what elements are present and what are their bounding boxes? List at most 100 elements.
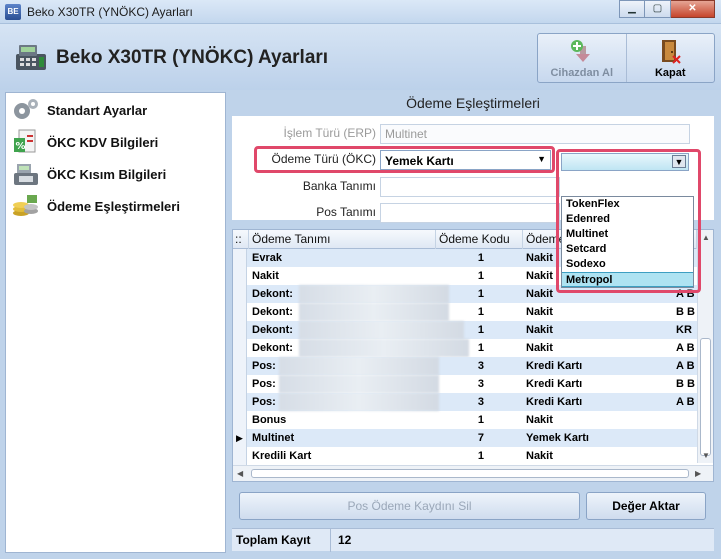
pos-provider-select[interactable]: ▼ <box>561 153 689 171</box>
pos-tanimi-label: Pos Tanımı <box>316 205 376 219</box>
svg-text:%: % <box>16 141 26 152</box>
banka-tanimi-field[interactable] <box>380 177 560 197</box>
sidebar: Standart Ayarlar % ÖKC KDV Bilgileri ÖKC… <box>5 92 226 553</box>
row-indicator: ▶ <box>233 429 247 447</box>
app-icon: BE <box>5 4 21 20</box>
islem-turu-label: İşlem Türü (ERP) <box>283 126 376 140</box>
cell-odeme-tanimi: Kredili Kart <box>252 450 312 462</box>
exit-door-icon <box>662 40 681 64</box>
vertical-scroll-thumb[interactable] <box>700 338 711 456</box>
table-row[interactable]: ▶ Multinet 7 Yemek Kartı <box>233 429 713 447</box>
column-header-odeme-kodu[interactable]: Ödeme Kodu <box>436 230 523 249</box>
horizontal-scrollbar[interactable]: ◀ ▶ <box>233 465 713 481</box>
cell-extra: KR <box>676 324 692 336</box>
table-row[interactable]: Dekont: 1 Nakit A B <box>233 339 713 357</box>
download-icon <box>570 40 590 62</box>
redacted-text <box>299 285 449 303</box>
chevron-down-icon[interactable]: ▼ <box>672 155 686 168</box>
odeme-turu-value: Yemek Kartı <box>385 154 454 168</box>
table-row[interactable]: Kredili Kart 1 Nakit <box>233 447 713 465</box>
redacted-text <box>299 339 469 357</box>
cell-extra: A B <box>676 342 695 354</box>
minimize-button[interactable]: ▁ <box>619 0 645 18</box>
cell-odeme-kodu: 3 <box>477 396 484 408</box>
row-indicator <box>233 285 247 303</box>
maximize-button[interactable]: ▢ <box>645 0 671 18</box>
column-header-odeme-tanimi[interactable]: Ödeme Tanımı <box>249 230 436 249</box>
dropdown-option-tokenflex[interactable]: TokenFlex <box>562 197 693 212</box>
dropdown-option-metropol[interactable]: Metropol <box>562 272 693 287</box>
cell-extra <box>676 429 698 447</box>
scroll-left-icon[interactable]: ◀ <box>237 469 243 478</box>
row-indicator <box>233 339 247 357</box>
mapping-form: İşlem Türü (ERP) Multinet Ödeme Türü (ÖK… <box>232 116 714 293</box>
cihazdan-al-label: Cihazdan Al <box>550 67 614 79</box>
cell-odeme-tanimi: Bonus <box>252 414 287 426</box>
cell-odeme: Nakit <box>526 306 553 318</box>
vertical-scrollbar[interactable]: ▲ ▼ <box>697 230 713 463</box>
horizontal-scroll-thumb[interactable] <box>251 469 689 478</box>
islem-turu-field: Multinet <box>380 124 690 144</box>
cell-odeme-kodu: 7 <box>477 432 484 444</box>
sidebar-item-standart-ayarlar[interactable]: Standart Ayarlar <box>11 96 221 124</box>
page-heading: Beko X30TR (YNÖKC) Ayarları <box>56 47 329 68</box>
odeme-turu-select[interactable]: Yemek Kartı ▼ <box>380 150 551 170</box>
sidebar-item-label: ÖKC KDV Bilgileri <box>47 134 159 150</box>
dropdown-option-multinet[interactable]: Multinet <box>562 227 693 242</box>
pos-odeme-kaydini-sil-button[interactable]: Pos Ödeme Kaydını Sil <box>239 492 580 520</box>
redacted-text <box>279 375 439 393</box>
kapat-button[interactable]: Kapat <box>625 34 715 82</box>
table-row[interactable]: Pos: 3 Kredi Kartı A B <box>233 393 713 411</box>
table-row[interactable]: Dekont: 1 Nakit KR <box>233 321 713 339</box>
scroll-up-icon[interactable]: ▲ <box>702 233 710 242</box>
sidebar-item-okc-kdv-bilgileri[interactable]: % ÖKC KDV Bilgileri <box>11 128 221 156</box>
pos-tanimi-field[interactable] <box>380 203 560 223</box>
close-button[interactable]: ✕ <box>671 0 715 18</box>
table-row[interactable]: Dekont: 1 Nakit B B <box>233 303 713 321</box>
sidebar-item-label: Ödeme Eşleştirmeleri <box>47 198 180 214</box>
row-indicator <box>233 321 247 339</box>
dropdown-option-sodexo[interactable]: Sodexo <box>562 257 693 272</box>
pos-provider-dropdown: TokenFlex Edenred Multinet Setcard Sodex… <box>561 196 694 288</box>
cell-extra <box>676 447 698 465</box>
cell-extra: B B <box>676 378 695 390</box>
dropdown-option-setcard[interactable]: Setcard <box>562 242 693 257</box>
percent-document-icon: % <box>14 129 36 153</box>
table-row[interactable]: Bonus 1 Nakit <box>233 411 713 429</box>
cell-odeme: Nakit <box>526 342 553 354</box>
sidebar-item-okc-kisim-bilgileri[interactable]: ÖKC Kısım Bilgileri <box>11 160 221 188</box>
cell-extra: B B <box>676 306 695 318</box>
window-title: Beko X30TR (YNÖKC) Ayarları <box>27 5 193 19</box>
cell-odeme-tanimi: Multinet <box>252 432 295 444</box>
row-indicator <box>233 393 247 411</box>
coins-icon <box>13 195 38 216</box>
row-indicator <box>233 249 247 267</box>
title-bar: BE Beko X30TR (YNÖKC) Ayarları ▁ ▢ ✕ <box>0 0 721 24</box>
cihazdan-al-button[interactable]: Cihazdan Al <box>538 34 626 82</box>
row-indicator <box>233 357 247 375</box>
deger-aktar-button[interactable]: Değer Aktar <box>586 492 706 520</box>
scroll-down-icon[interactable]: ▼ <box>702 451 710 460</box>
odeme-turu-label: Ödeme Türü (ÖKC) <box>271 152 376 166</box>
cell-extra <box>676 411 698 429</box>
redacted-text <box>299 303 449 321</box>
status-separator <box>330 529 331 552</box>
redacted-text <box>279 357 439 375</box>
sidebar-item-label: ÖKC Kısım Bilgileri <box>47 166 167 182</box>
window-controls: ▁ ▢ ✕ <box>619 0 715 19</box>
table-row[interactable]: Pos: 3 Kredi Kartı A B <box>233 357 713 375</box>
cell-odeme-tanimi: Evrak <box>252 252 282 264</box>
redacted-text <box>279 393 439 411</box>
dropdown-option-edenred[interactable]: Edenred <box>562 212 693 227</box>
cell-odeme-kodu: 1 <box>477 450 484 462</box>
cell-odeme-kodu: 3 <box>477 360 484 372</box>
scroll-right-icon[interactable]: ▶ <box>695 469 701 478</box>
chevron-down-icon: ▼ <box>537 154 546 164</box>
redacted-text <box>299 321 464 339</box>
table-row[interactable]: Pos: 3 Kredi Kartı B B <box>233 375 713 393</box>
cell-odeme: Nakit <box>526 324 553 336</box>
sidebar-item-odeme-eslestirmeleri[interactable]: Ödeme Eşleştirmeleri <box>11 192 221 220</box>
cell-odeme: Kredi Kartı <box>526 378 583 390</box>
row-indicator <box>233 303 247 321</box>
row-indicator <box>233 411 247 429</box>
